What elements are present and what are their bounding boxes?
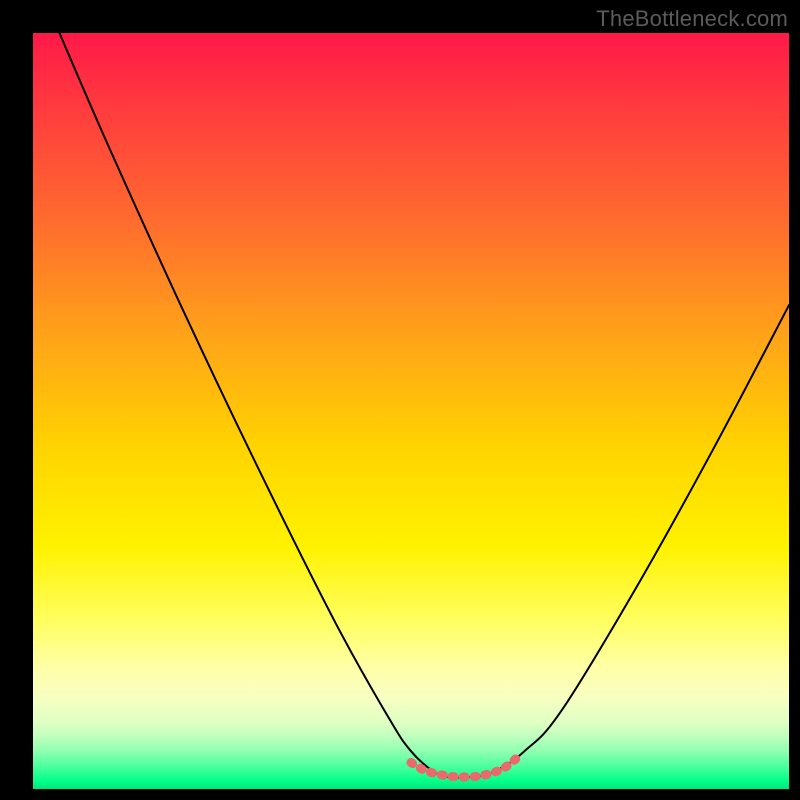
watermark-text: TheBottleneck.com xyxy=(596,6,788,32)
chart-svg xyxy=(33,33,789,789)
primary-curve xyxy=(59,33,789,778)
chart-frame: TheBottleneck.com xyxy=(0,0,800,800)
